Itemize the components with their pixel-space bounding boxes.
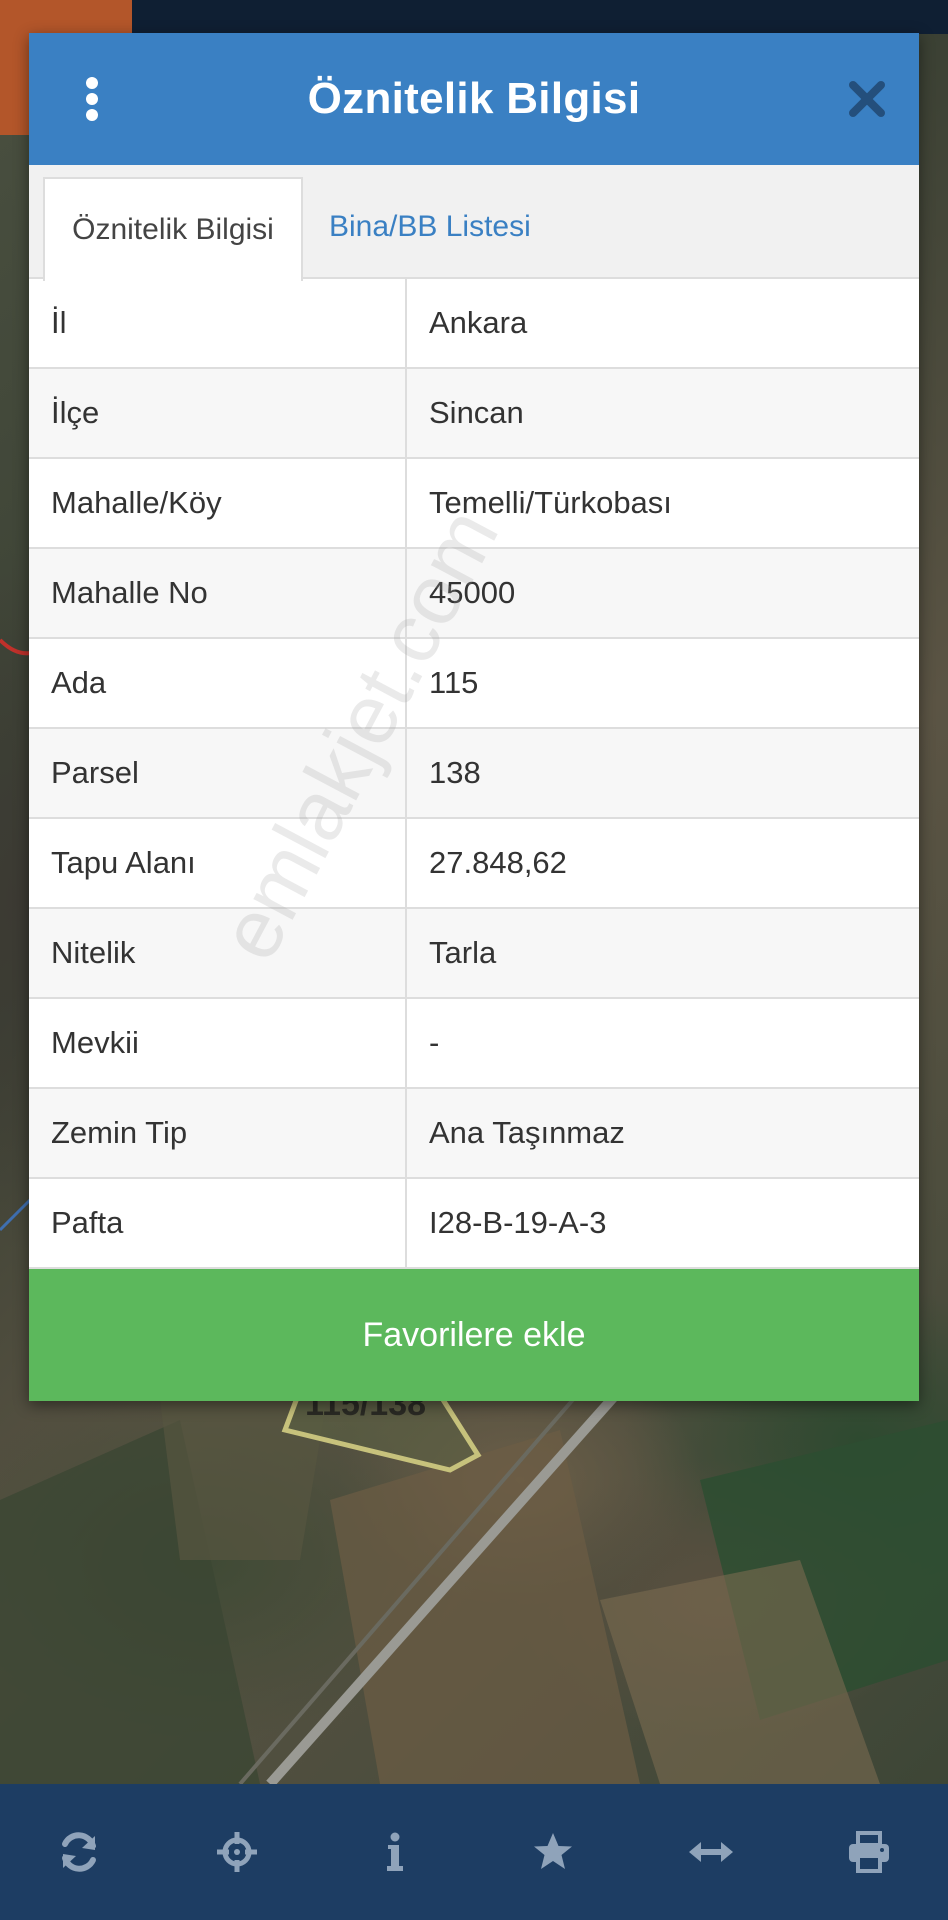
table-row: Mevkii - [29,997,919,1088]
row-key: İl [29,279,407,368]
table-row: Tapu Alanı 27.848,62 [29,817,919,908]
measure-button[interactable] [671,1812,751,1892]
table-row: İlçe Sincan [29,367,919,458]
row-key: Pafta [29,1177,407,1267]
tab-bar: Öznitelik Bilgisi Bina/BB Listesi [29,165,919,281]
row-value: I28-B-19-A-3 [406,1177,919,1267]
tab-building-list[interactable]: Bina/BB Listesi [329,177,531,277]
table-row: İl Ankara [29,279,919,368]
dialog-title: Öznitelik Bilgisi [307,74,641,123]
row-value: Tarla [406,907,919,998]
table-row: Mahalle No 45000 [29,547,919,638]
row-key: Mahalle/Köy [29,457,407,548]
table-row: Nitelik Tarla [29,907,919,998]
measure-icon [689,1842,733,1862]
row-key: Tapu Alanı [29,817,407,908]
add-to-favorites-button[interactable]: Favorilere ekle [29,1267,919,1401]
row-value: 45000 [406,547,919,638]
locate-button[interactable] [197,1812,277,1892]
kebab-menu-icon[interactable] [85,77,99,121]
screen: 115/138 Öznitelik Bilgisi Öznitelik Bilg… [0,0,948,1920]
row-key: Parsel [29,727,407,818]
row-key: Mahalle No [29,547,407,638]
table-row: Zemin Tip Ana Taşınmaz [29,1087,919,1178]
row-key: Mevkii [29,997,407,1088]
info-icon [387,1832,403,1871]
print-button[interactable] [829,1812,909,1892]
dialog-header: Öznitelik Bilgisi [29,33,919,165]
row-key: Zemin Tip [29,1087,407,1178]
row-value: Ana Taşınmaz [406,1087,919,1178]
row-value: Ankara [406,279,919,368]
row-value: - [406,997,919,1088]
refresh-icon [62,1832,96,1872]
print-icon [849,1831,889,1873]
refresh-button[interactable] [39,1812,119,1892]
row-value: 27.848,62 [406,817,919,908]
tab-attribute-info[interactable]: Öznitelik Bilgisi [43,177,303,281]
crosshair-icon [217,1832,257,1872]
attribute-dialog: Öznitelik Bilgisi Öznitelik Bilgisi Bina… [29,33,919,1401]
info-button[interactable] [355,1812,435,1892]
row-key: Ada [29,637,407,728]
star-icon [534,1833,572,1869]
row-value: Sincan [406,367,919,458]
map-top-strip [132,0,948,34]
row-value: 138 [406,727,919,818]
row-key: İlçe [29,367,407,458]
favorites-button[interactable] [513,1812,593,1892]
table-row: Pafta I28-B-19-A-3 [29,1177,919,1267]
close-icon[interactable] [847,79,887,119]
table-row: Parsel 138 [29,727,919,818]
row-value: Temelli/Türkobası [406,457,919,548]
attribute-table: İl Ankara İlçe Sincan Mahalle/Köy Temell… [29,279,919,1267]
row-value: 115 [406,637,919,728]
table-row: Mahalle/Köy Temelli/Türkobası [29,457,919,548]
bottom-toolbar [0,1784,948,1920]
row-key: Nitelik [29,907,407,998]
table-row: Ada 115 [29,637,919,728]
